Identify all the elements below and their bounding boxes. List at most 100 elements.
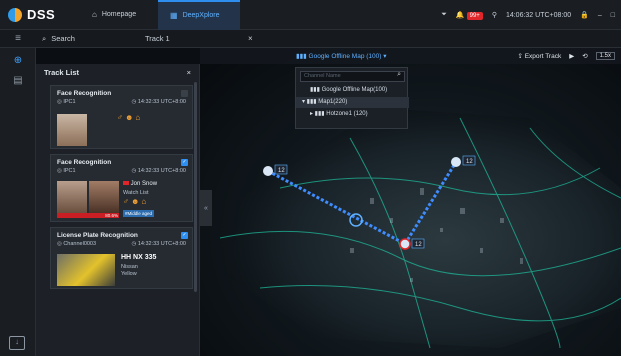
download-icon[interactable]: ↓ [9, 336, 25, 350]
map-canvas: 12 12 12 [219, 108, 621, 349]
card-3-plate: HH NX 335 [121, 254, 157, 261]
card-1-camera-label: IPC1 [63, 99, 76, 105]
card-1-face-image [57, 114, 87, 146]
card-2-attribute-tag: #Middle aged [123, 210, 155, 217]
card-1-meta: ◎ IPC1 ◷ 14:32:33 UTC+8:00 [51, 97, 192, 107]
left-rail: ⊕ ▤ ↓ [0, 48, 36, 356]
track-point-end[interactable] [451, 157, 461, 167]
search-tab[interactable]: ⌕ Search [36, 34, 141, 44]
search-icon: ⌕ [42, 33, 47, 43]
close-tab-icon[interactable]: × [248, 34, 253, 43]
card-3-color: Yellow [121, 271, 137, 277]
maximize-icon[interactable]: □ [611, 12, 615, 19]
card-1-time: ◷ 14:32:33 UTC+8:00 [131, 99, 187, 105]
filter-icon[interactable]: ⏷ [441, 11, 447, 19]
tab-track-1[interactable]: Track 1 [141, 34, 246, 43]
search-label: Search [51, 34, 75, 43]
app-name: DSS [27, 7, 56, 22]
dropdown-search-icon: ⌕ [397, 71, 401, 78]
clock-time: 14:06:32 UTC+08:00 [505, 11, 572, 19]
track-list-title: Track List [44, 67, 80, 77]
map-dropdown: Channel Name ⌕ ▮▮▮ Google Offline Map(10… [295, 67, 409, 129]
card-3-title: License Plate Recognition [57, 232, 138, 239]
card-2-meta: ◎ IPC1 ◷ 14:32:33 UTC+8:00 [51, 166, 192, 176]
dropdown-item-hotzone1[interactable]: ▸ ▮▮▮ Hotzone1 (120) [296, 109, 409, 120]
panel-scrollbar[interactable] [194, 82, 197, 292]
map-selector[interactable]: ▮▮▮ Google Offline Map (100) ▾ [296, 52, 387, 60]
card-2-time-label: 14:32:33 UTC+8:00 [137, 168, 186, 174]
track-point-start[interactable] [263, 166, 273, 176]
alarm-count-badge: 99+ [466, 12, 483, 20]
marker-label-3: 12 [466, 159, 473, 165]
map-selector-label: Google Offline Map (100) [308, 53, 382, 60]
grid-icon: ▦ [170, 11, 178, 20]
top-right-status: ⏷ 🔔 99+ ⚲ 14:06:32 UTC+08:00 🔒 – □ [441, 0, 615, 30]
play-icon[interactable]: ▶ [569, 52, 574, 60]
card-3-vehicle-image [57, 254, 115, 286]
card-3-time-label: 14:32:33 UTC+8:00 [137, 241, 186, 247]
card-3-meta: ◎ Channel0003 ◷ 14:32:33 UTC+8:00 [51, 239, 192, 249]
speed-select[interactable]: 1.5x [595, 52, 615, 60]
dropdown-item-map1[interactable]: ▾ ▮▮▮ Map1(220) [296, 97, 409, 108]
dropdown-item-map1-label: Map1(220) [318, 99, 348, 105]
tab-homepage[interactable]: ⌂ Homepage [80, 0, 158, 30]
app-logo: DSS [0, 7, 80, 22]
card-2-checkbox[interactable]: ✓ [181, 159, 188, 166]
card-1-checkbox[interactable] [181, 90, 188, 97]
card-2-name: Jon Snow [123, 181, 157, 187]
record-rail-icon[interactable]: ▤ [0, 70, 36, 90]
track-list-header: Track List × [36, 64, 199, 80]
channel-search-input[interactable]: Channel Name [300, 71, 405, 82]
card-3-checkbox[interactable]: ✓ [181, 232, 188, 239]
close-panel-icon[interactable]: × [187, 68, 191, 77]
collapse-panel-button[interactable]: « [200, 190, 212, 226]
lock-icon[interactable]: 🔒 [580, 11, 589, 19]
tab-homepage-label: Homepage [101, 11, 137, 18]
user-icon[interactable]: ⚲ [492, 11, 497, 19]
card-2-name-label: Jon Snow [130, 181, 158, 187]
tab-deepxplore[interactable]: ▦ DeepXplore [158, 0, 240, 30]
card-3-time: ◷ 14:32:33 UTC+8:00 [131, 241, 187, 247]
marker-label-1: 12 [278, 168, 285, 174]
track-point-current[interactable] [399, 238, 411, 250]
export-track-button[interactable]: ⇪ Export Track [517, 52, 561, 60]
home-icon: ⌂ [92, 10, 97, 19]
tab-deepxplore-label: DeepXplore [182, 12, 220, 19]
sub-bar: ≡ ⌕ Search Track 1 × [0, 30, 621, 48]
alarm-button[interactable]: 🔔 99+ [456, 11, 483, 20]
logo-icon [8, 7, 22, 22]
city-terrain [230, 108, 621, 348]
card-2-list: Watch List [123, 190, 149, 196]
card-1-camera: ◎ IPC1 [57, 99, 76, 105]
card-1-title: Face Recognition [57, 90, 112, 97]
card-2-camera: ◎ IPC1 [57, 168, 76, 174]
card-3-camera: ◎ Channel0003 [57, 241, 97, 247]
card-2-camera-label: IPC1 [63, 168, 76, 174]
track-tab-label: Track 1 [145, 34, 170, 43]
export-track-label: Export Track [524, 53, 562, 60]
track-card-2[interactable]: ✓ Face Recognition ◎ IPC1 ◷ 14:32:33 UTC… [50, 154, 193, 222]
map-toolbar: ▮▮▮ Google Offline Map (100) ▾ ⇪ Export … [200, 48, 621, 64]
card-3-camera-label: Channel0003 [63, 241, 97, 247]
map-view[interactable]: 12 12 12 [200, 48, 621, 356]
map-controls: ⇪ Export Track ▶ ⟲ 1.5x [517, 52, 615, 60]
card-2-score-bar: 80.6% [57, 213, 119, 218]
dropdown-item-google[interactable]: ▮▮▮ Google Offline Map(100) [296, 85, 409, 96]
track-card-1[interactable]: Face Recognition ◎ IPC1 ◷ 14:32:33 UTC+8… [50, 85, 193, 149]
track-list-panel: Track List × Face Recognition ◎ IPC1 ◷ 1… [36, 64, 200, 356]
card-2-face-image [57, 181, 87, 213]
minimize-icon[interactable]: – [598, 12, 602, 19]
dropdown-item-hotzone1-label: Hotzone1 (120) [326, 111, 368, 117]
card-2-title: Face Recognition [57, 159, 112, 166]
menu-icon[interactable]: ≡ [0, 33, 36, 44]
track-card-3[interactable]: ✓ License Plate Recognition ◎ Channel000… [50, 227, 193, 289]
card-2-attribute-icons: ♂☻⌂ [123, 197, 149, 206]
reset-icon[interactable]: ⟲ [582, 52, 587, 60]
card-1-attribute-icons: ♂☻⌂ [117, 113, 143, 122]
search-rail-icon[interactable]: ⊕ [0, 50, 36, 70]
dropdown-item-google-label: Google Offline Map(100) [321, 87, 388, 93]
top-bar: DSS ⌂ Homepage ▦ DeepXplore ⏷ 🔔 99+ ⚲ 14:… [0, 0, 621, 30]
marker-label-2: 12 [415, 242, 422, 248]
card-2-match-image [89, 181, 119, 213]
card-1-time-label: 14:32:33 UTC+8:00 [137, 99, 186, 105]
